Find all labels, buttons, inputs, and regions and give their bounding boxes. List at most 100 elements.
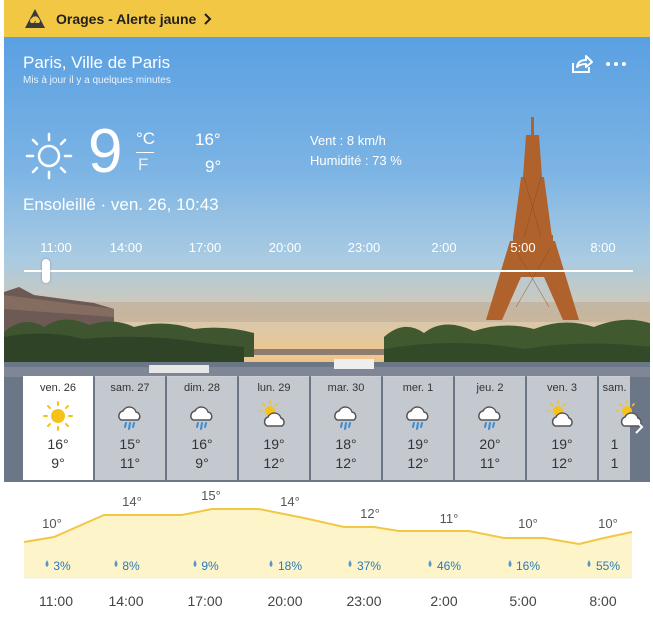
rain-cloud-icon bbox=[334, 406, 357, 430]
day-high-temp: 19° bbox=[551, 436, 573, 452]
share-icon[interactable] bbox=[570, 53, 594, 75]
day-forecast-card[interactable]: sam. 27 15° 11° bbox=[95, 376, 165, 480]
hourly-temp: 12° bbox=[360, 506, 380, 521]
hourly-time: 8:00 bbox=[589, 593, 617, 609]
day-low-temp: 9° bbox=[195, 455, 209, 471]
day-name: jeu. 2 bbox=[476, 382, 504, 394]
hourly-temp: 14° bbox=[280, 494, 300, 509]
hourly-time: 23:00 bbox=[346, 593, 382, 609]
day-low-temp: 12° bbox=[335, 455, 357, 471]
day-low-temp: 1 bbox=[610, 455, 619, 471]
hourly-time: 2:00 bbox=[430, 593, 458, 609]
day-name: mer. 1 bbox=[402, 382, 434, 394]
day-name: sam. bbox=[602, 382, 627, 394]
humidity: Humidité : 73 % bbox=[310, 153, 402, 168]
day-high-temp: 18° bbox=[335, 436, 357, 452]
storm-alert-icon bbox=[25, 8, 45, 28]
rain-probability: 9% bbox=[201, 559, 219, 573]
current-condition: Ensoleillé · ven. 26, 10:43 bbox=[23, 195, 219, 214]
day-high-temp: 15° bbox=[119, 436, 141, 452]
partly-cloudy-icon bbox=[259, 400, 285, 427]
rain-probability: 8% bbox=[122, 559, 140, 573]
day-name: sam. 27 bbox=[110, 382, 150, 394]
day-forecast-card[interactable]: dim. 28 16° 9° bbox=[167, 376, 237, 480]
location-name: Paris, Ville de Paris bbox=[23, 53, 171, 72]
hourly-time: 14:00 bbox=[108, 593, 144, 609]
timeline-label: 17:00 bbox=[188, 240, 222, 255]
rain-cloud-icon bbox=[406, 406, 429, 430]
day-low-temp: 11° bbox=[479, 455, 501, 471]
hourly-time: 5:00 bbox=[509, 593, 537, 609]
rain-probability: 55% bbox=[595, 559, 621, 573]
day-low-temp: 12° bbox=[407, 455, 429, 471]
day-name: mar. 30 bbox=[327, 382, 365, 394]
hourly-time: 17:00 bbox=[187, 593, 223, 609]
timeline-label: 8:00 bbox=[590, 240, 616, 255]
timeline-slider-handle[interactable] bbox=[42, 259, 50, 283]
day-name: ven. 3 bbox=[547, 382, 577, 394]
unit-divider bbox=[136, 152, 154, 153]
day-forecast-card[interactable]: mar. 30 18° 12° bbox=[311, 376, 381, 480]
timeline-label: 5:00 bbox=[510, 240, 536, 255]
unit-fahrenheit-toggle[interactable]: F bbox=[138, 155, 148, 175]
timeline-label: 20:00 bbox=[268, 240, 302, 255]
day-high-temp: 20° bbox=[479, 436, 501, 452]
day-forecast-card[interactable]: mer. 1 19° 12° bbox=[383, 376, 453, 480]
hourly-temperature-curve bbox=[23, 508, 633, 579]
timeline-label: 23:00 bbox=[347, 240, 381, 255]
chevron-right-icon[interactable] bbox=[632, 417, 646, 437]
rain-cloud-icon bbox=[478, 406, 501, 430]
day-forecast-card[interactable]: ven. 3 19° 12° bbox=[527, 376, 597, 480]
day-forecast-card[interactable]: sam. 1 1 bbox=[599, 376, 642, 480]
sun-icon bbox=[43, 401, 73, 431]
today-low-temp: 9° bbox=[205, 157, 222, 176]
day-high-temp: 16° bbox=[191, 436, 213, 452]
current-temperature: 9 bbox=[88, 117, 123, 186]
day-high-temp: 16° bbox=[47, 436, 69, 452]
hourly-temp: 14° bbox=[122, 494, 142, 509]
partly-cloudy-icon bbox=[547, 400, 573, 427]
hourly-time: 20:00 bbox=[267, 593, 303, 609]
rain-probability: 46% bbox=[436, 559, 462, 573]
wind-speed: Vent : 8 km/h bbox=[310, 133, 386, 148]
hourly-temp: 10° bbox=[598, 516, 618, 531]
hourly-temp: 15° bbox=[201, 488, 221, 503]
day-high-temp: 19° bbox=[263, 436, 285, 452]
day-name: dim. 28 bbox=[183, 382, 221, 394]
rain-probability: 18% bbox=[277, 559, 303, 573]
rain-probability: 16% bbox=[515, 559, 541, 573]
timeline-track[interactable] bbox=[24, 270, 633, 272]
day-low-temp: 12° bbox=[263, 455, 285, 471]
weather-widget: Orages - Alerte jaune Paris, Ville de Pa… bbox=[0, 0, 653, 632]
sun-icon bbox=[25, 132, 73, 180]
day-low-temp: 12° bbox=[551, 455, 573, 471]
day-forecast-card[interactable]: ven. 26 16° 9° bbox=[23, 376, 93, 480]
hourly-forecast-graph: 10° 14° 15° 14° 12° 11° 10° 10° 3% 8% 9%… bbox=[4, 482, 650, 632]
day-low-temp: 11° bbox=[119, 455, 141, 471]
day-low-temp: 9° bbox=[51, 455, 65, 471]
unit-celsius-toggle[interactable]: °C bbox=[136, 129, 155, 149]
alert-label: Orages - Alerte jaune bbox=[56, 10, 197, 27]
day-forecast-card[interactable]: lun. 29 19° 12° bbox=[239, 376, 309, 480]
timeline-label: 11:00 bbox=[40, 240, 72, 255]
day-forecast-card[interactable]: jeu. 2 20° 11° bbox=[455, 376, 525, 480]
hourly-temp: 10° bbox=[42, 516, 62, 531]
today-high-temp: 16° bbox=[195, 130, 221, 149]
day-name: lun. 29 bbox=[257, 382, 291, 394]
timeline-label: 14:00 bbox=[109, 240, 143, 255]
chevron-right-icon bbox=[204, 12, 212, 25]
more-options-icon[interactable] bbox=[604, 53, 628, 75]
updated-timestamp: Mis à jour il y a quelques minutes bbox=[23, 75, 171, 86]
hourly-temp: 11° bbox=[439, 511, 459, 526]
day-high-temp: 19° bbox=[407, 436, 429, 452]
rain-probability: 37% bbox=[356, 559, 382, 573]
weather-alert-banner[interactable]: Orages - Alerte jaune bbox=[4, 0, 650, 37]
rain-cloud-icon bbox=[190, 406, 213, 430]
day-name: ven. 26 bbox=[39, 382, 77, 394]
timeline-label: 2:00 bbox=[431, 240, 457, 255]
hourly-time: 11:00 bbox=[39, 593, 73, 609]
rain-cloud-icon bbox=[118, 406, 141, 430]
rain-probability: 3% bbox=[53, 559, 71, 573]
hourly-temp: 10° bbox=[518, 516, 538, 531]
hero-panel: Paris, Ville de Paris Mis à jour il y a … bbox=[4, 37, 650, 482]
